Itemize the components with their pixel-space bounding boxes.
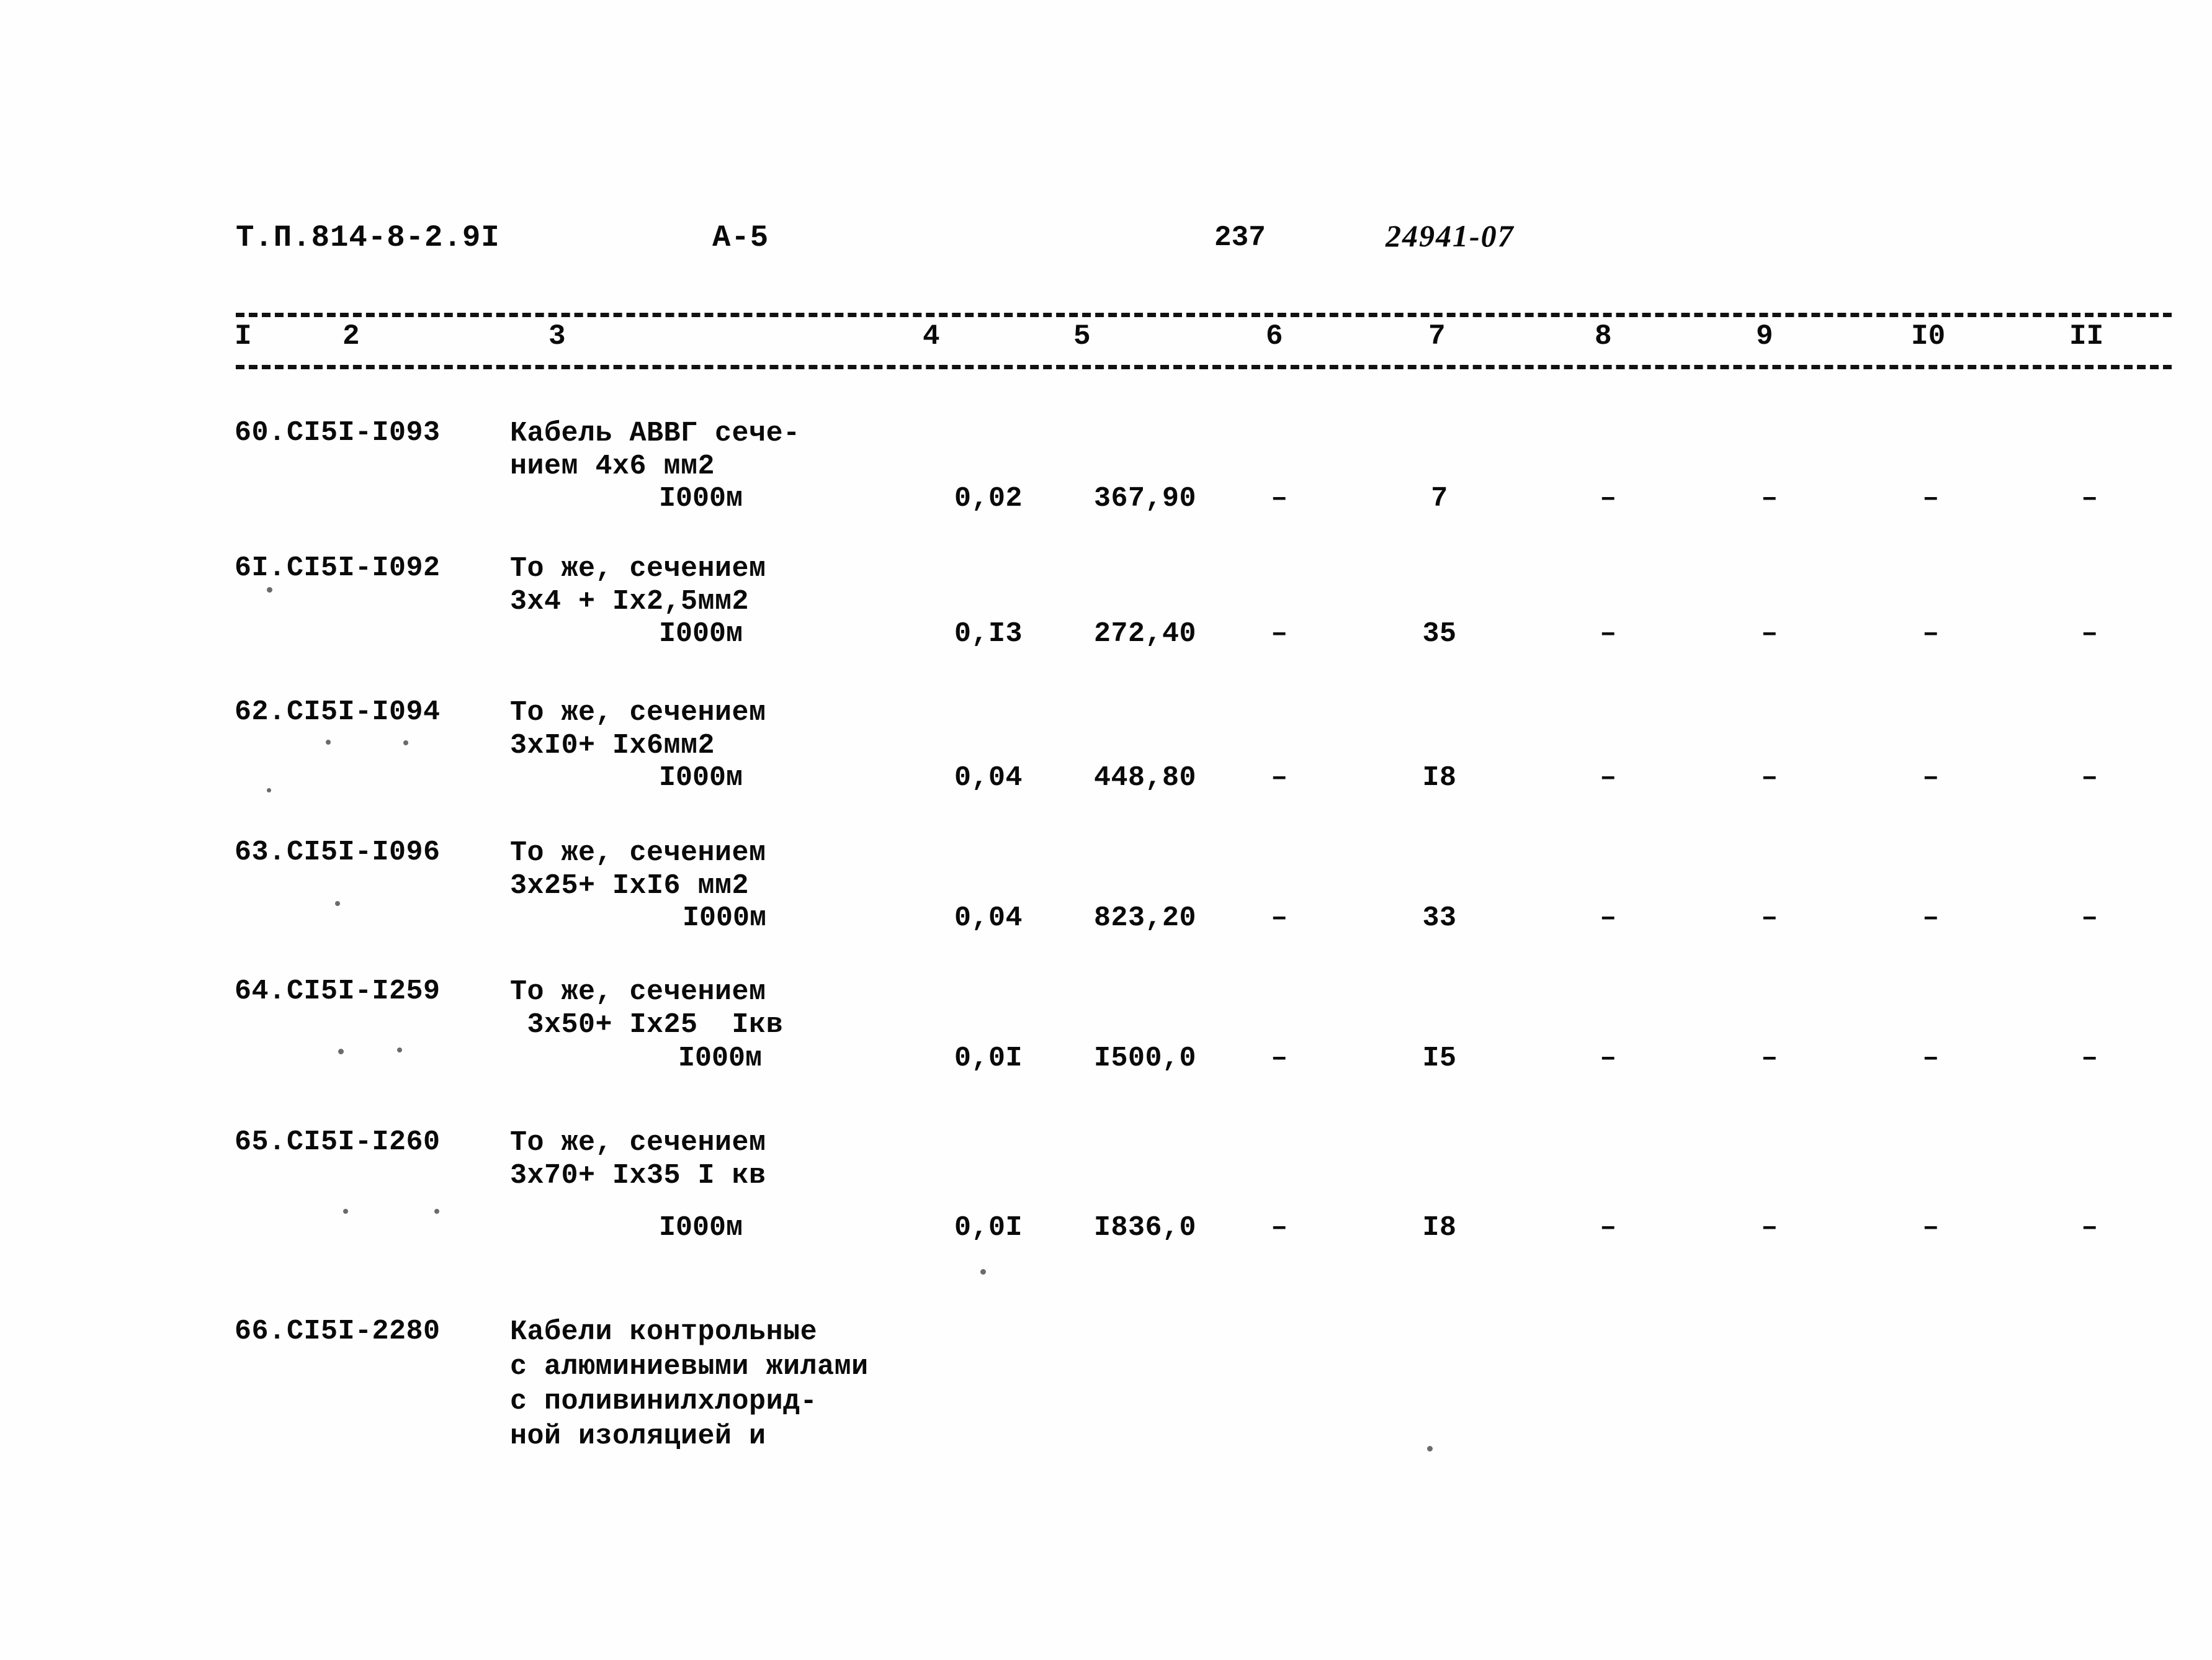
row-description-line-2: с алюминиевыми жилами (510, 1351, 869, 1383)
row-price: 367,90 (1093, 483, 1196, 514)
row-description-line-2: нием 4х6 мм2 (510, 451, 715, 482)
row-col10: – (1922, 1043, 1940, 1074)
row-unit: I000м (659, 618, 743, 650)
scan-speck (338, 1049, 344, 1054)
row-col10: – (1922, 483, 1940, 514)
row-price: 272,40 (1093, 618, 1196, 650)
scan-speck (343, 1209, 348, 1214)
row-col8: – (1600, 618, 1617, 650)
row-index: 63. (235, 837, 286, 868)
row-code: СI5I-I094 (287, 696, 441, 728)
row-unit: I000м (659, 483, 743, 514)
row-col11: – (2081, 618, 2098, 650)
row-index: 66. (235, 1316, 286, 1347)
row-col9: – (1761, 618, 1778, 650)
row-description-line-3: с поливинилхлорид- (510, 1386, 818, 1417)
row-col11: – (2081, 483, 2098, 514)
scan-speck (267, 788, 271, 792)
row-col7: 7 (1431, 483, 1448, 514)
row-description-line-2: 3х70+ Iх35 I кв (510, 1160, 766, 1191)
row-col8: – (1600, 483, 1617, 514)
scan-speck (335, 901, 340, 906)
row-index: 60. (235, 417, 286, 449)
row-col6: – (1271, 902, 1288, 934)
row-quantity: 0,02 (954, 483, 1023, 514)
row-code: СI5I-I092 (287, 552, 441, 584)
row-code: СI5I-2280 (287, 1316, 441, 1347)
row-quantity: 0,0I (954, 1043, 1023, 1074)
row-col9: – (1761, 1212, 1778, 1244)
row-col6: – (1271, 1212, 1288, 1244)
scan-speck (1427, 1446, 1433, 1451)
row-quantity: 0,I3 (954, 618, 1023, 650)
row-code: СI5I-I093 (287, 417, 441, 449)
row-unit: I000м (683, 902, 767, 934)
row-col8: – (1600, 762, 1617, 794)
scan-speck (326, 740, 331, 745)
table-body: 60. СI5I-I093 Кабель АВВГ сече- нием 4х6… (0, 0, 2212, 1660)
scan-speck (267, 587, 272, 593)
row-description-line-1: То же, сечением (510, 837, 766, 869)
row-col11: – (2081, 1212, 2098, 1244)
row-description-line-1: Кабель АВВГ сече- (510, 418, 800, 449)
row-quantity: 0,04 (954, 902, 1023, 934)
row-col10: – (1922, 1212, 1940, 1244)
row-col7: 35 (1422, 618, 1457, 650)
row-col7: I5 (1422, 1043, 1457, 1074)
row-description-line-2: 3х4 + Iх2,5мм2 (510, 586, 750, 617)
row-index: 62. (235, 696, 286, 728)
row-col6: – (1271, 618, 1288, 650)
row-col8: – (1600, 1043, 1617, 1074)
row-col8: – (1600, 1212, 1617, 1244)
row-index: 65. (235, 1126, 286, 1158)
row-index: 64. (235, 976, 286, 1007)
row-col7: I8 (1422, 762, 1457, 794)
scanned-document-page: Т.П.814-8-2.9I А-5 237 24941-07 I 2 3 4 … (0, 0, 2212, 1660)
row-code: СI5I-I259 (287, 976, 441, 1007)
row-quantity: 0,04 (954, 762, 1023, 794)
row-col9: – (1761, 1043, 1778, 1074)
row-description-line-1: Кабели контрольные (510, 1316, 818, 1348)
row-col9: – (1761, 483, 1778, 514)
row-description-line-2: 3х25+ IхI6 мм2 (510, 870, 750, 902)
row-code: СI5I-I096 (287, 837, 441, 868)
row-price: 823,20 (1093, 902, 1196, 934)
row-col9: – (1761, 902, 1778, 934)
row-description-line-1: То же, сечением (510, 697, 766, 729)
row-description-line-1: То же, сечением (510, 976, 766, 1008)
row-col8: – (1600, 902, 1617, 934)
row-col10: – (1922, 762, 1940, 794)
row-description-line-2: 3х50+ Iх25 Iкв (510, 1009, 784, 1041)
row-col6: – (1271, 483, 1288, 514)
scan-speck (403, 740, 408, 745)
row-col11: – (2081, 902, 2098, 934)
row-code: СI5I-I260 (287, 1126, 441, 1158)
row-col7: 33 (1422, 902, 1457, 934)
row-col9: – (1761, 762, 1778, 794)
row-col7: I8 (1422, 1212, 1457, 1244)
row-col6: – (1271, 1043, 1288, 1074)
row-col11: – (2081, 1043, 2098, 1074)
row-col11: – (2081, 762, 2098, 794)
row-price: I500,0 (1093, 1043, 1196, 1074)
row-price: I836,0 (1093, 1212, 1196, 1244)
row-description-line-1: То же, сечением (510, 553, 766, 585)
row-index: 6I. (235, 552, 286, 584)
row-col10: – (1922, 902, 1940, 934)
row-description-line-4: ной изоляцией и (510, 1420, 766, 1452)
row-description-line-2: 3хI0+ Iх6мм2 (510, 730, 715, 761)
row-col10: – (1922, 618, 1940, 650)
scan-speck (980, 1269, 986, 1275)
row-unit: I000м (659, 762, 743, 794)
scan-speck (397, 1048, 402, 1052)
row-col6: – (1271, 762, 1288, 794)
row-description-line-1: То же, сечением (510, 1127, 766, 1159)
scan-speck (434, 1209, 439, 1214)
row-price: 448,80 (1093, 762, 1196, 794)
row-unit: I000м (678, 1043, 763, 1074)
row-unit: I000м (659, 1212, 743, 1244)
row-quantity: 0,0I (954, 1212, 1023, 1244)
